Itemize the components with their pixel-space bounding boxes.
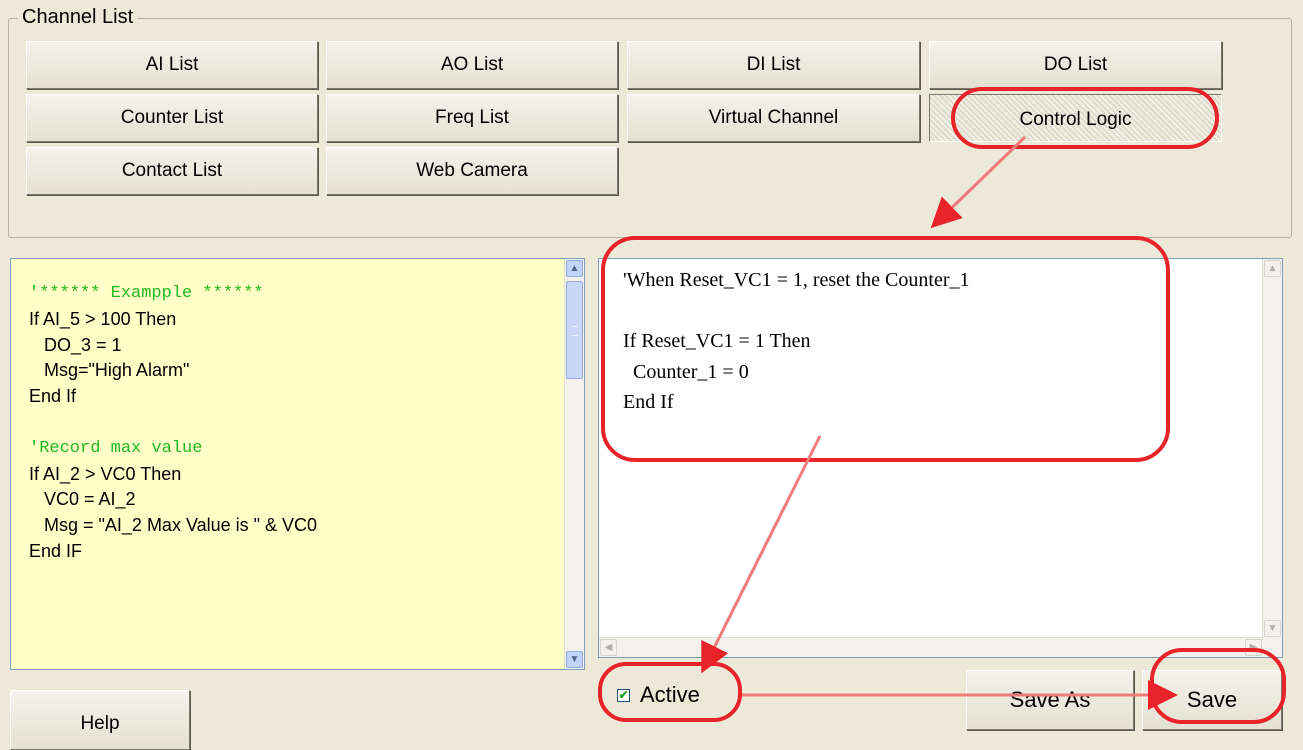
editor-vertical-scrollbar[interactable]: ▲ ▼ [1262,259,1282,638]
di-list-button[interactable]: DI List [627,41,920,89]
counter-list-button[interactable]: Counter List [26,94,318,142]
web-camera-button[interactable]: Web Camera [326,147,618,195]
save-button[interactable]: Save [1142,670,1282,730]
control-logic-button[interactable]: Control Logic [929,94,1222,142]
do-list-button[interactable]: DO List [929,41,1222,89]
scroll-left-icon[interactable]: ◀ [600,639,617,656]
code-line: End IF [29,540,83,561]
save-as-button[interactable]: Save As [966,670,1134,730]
active-checkbox[interactable]: ✔ [617,687,630,702]
freq-list-button[interactable]: Freq List [326,94,618,142]
control-logic-editor[interactable]: 'When Reset_VC1 = 1, reset the Counter_1… [598,258,1283,658]
editor-line: If Reset_VC1 = 1 Then [623,330,811,352]
code-line: '****** Exampple ****** [29,284,264,303]
virtual-channel-button[interactable]: Virtual Channel [627,94,920,142]
code-line: DO_3 = 1 [29,334,122,355]
active-label: Active [640,682,700,707]
scroll-right-icon[interactable]: ▶ [1245,639,1262,656]
editor-horizontal-scrollbar[interactable]: ◀ ▶ [599,637,1263,657]
code-line: VC0 = AI_2 [29,489,136,510]
scroll-corner [1263,638,1282,657]
ao-list-button[interactable]: AO List [326,41,618,89]
editor-line: 'When Reset_VC1 = 1, reset the Counter_1 [623,269,970,291]
scroll-down-icon[interactable]: ▼ [566,651,583,668]
scroll-up-icon[interactable]: ▲ [566,260,583,277]
editor-line: Counter_1 = 0 [623,360,749,383]
ai-list-button[interactable]: AI List [26,41,318,89]
contact-list-button[interactable]: Contact List [26,147,318,195]
editor-line: End If [623,391,674,413]
code-line: 'Record max value [29,438,203,458]
code-line: Msg = "AI_2 Max Value is " & VC0 [29,515,318,536]
example-vertical-scrollbar[interactable]: ▲ ▼ [564,259,584,669]
help-button[interactable]: Help [10,690,190,750]
code-line: Msg="High Alarm" [29,360,190,381]
code-line: If AI_5 > 100 Then [29,308,177,329]
active-checkbox-group[interactable]: ✔ Active [617,682,700,708]
check-mark-icon: ✔ [618,687,629,702]
channel-list-title: Channel List [18,6,138,28]
code-line: If AI_2 > VC0 Then [29,463,182,484]
scroll-down-icon[interactable]: ▼ [1264,620,1281,637]
scroll-thumb[interactable] [566,281,583,379]
scroll-up-icon[interactable]: ▲ [1264,260,1281,277]
code-line: End If [29,386,77,407]
example-code-panel[interactable]: '****** Exampple ****** If AI_5 > 100 Th… [10,258,585,670]
